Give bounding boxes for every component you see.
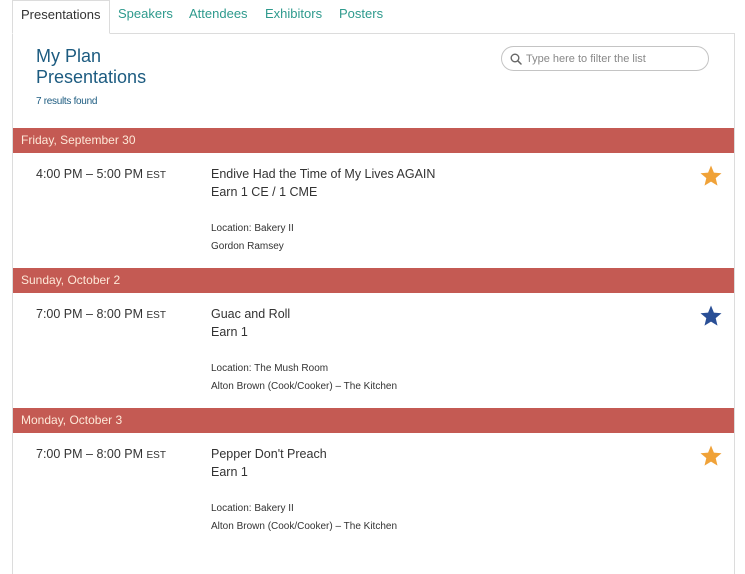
session-credits: Earn 1 [211, 465, 248, 479]
session-presenter: Gordon Ramsey [211, 241, 284, 252]
day-header-1: Friday, September 30 [13, 128, 734, 153]
tab-bar: Presentations Speakers Attendees Exhibit… [0, 0, 745, 34]
session-location: Location: Bakery II [211, 503, 294, 514]
day-header-3: Monday, October 3 [13, 408, 734, 433]
favorite-star-icon[interactable] [699, 444, 723, 468]
session-timezone: EST [146, 450, 166, 461]
session-time: 7:00 PM – 8:00 PM EST [36, 447, 166, 461]
favorite-star-icon[interactable] [699, 164, 723, 188]
session-timezone: EST [146, 170, 166, 181]
session-credits: Earn 1 CE / 1 CME [211, 185, 318, 199]
tab-presentations[interactable]: Presentations [12, 0, 110, 34]
session-credits: Earn 1 [211, 325, 248, 339]
session-title[interactable]: Guac and Roll [211, 307, 290, 321]
session-item-2[interactable]: 7:00 PM – 8:00 PM EST Guac and Roll Earn… [13, 293, 734, 408]
results-count: 7 results found [36, 96, 98, 107]
tab-exhibitors[interactable]: Exhibitors [265, 0, 322, 34]
tab-speakers[interactable]: Speakers [118, 0, 173, 34]
page-title-line2: Presentations [36, 67, 147, 87]
session-timezone: EST [146, 310, 166, 321]
session-item-1[interactable]: 4:00 PM – 5:00 PM EST Endive Had the Tim… [13, 153, 734, 268]
presentations-panel: My Plan Presentations 7 results found Fr… [12, 34, 735, 574]
session-title[interactable]: Pepper Don't Preach [211, 447, 327, 461]
tab-attendees[interactable]: Attendees [189, 0, 248, 34]
day-header-2: Sunday, October 2 [13, 268, 734, 293]
page-title: My Plan Presentations [36, 46, 146, 88]
session-time: 4:00 PM – 5:00 PM EST [36, 167, 166, 181]
favorite-star-icon[interactable] [699, 304, 723, 328]
session-time: 7:00 PM – 8:00 PM EST [36, 307, 166, 321]
session-location: Location: The Mush Room [211, 363, 329, 374]
search-icon [510, 53, 522, 65]
session-title[interactable]: Endive Had the Time of My Lives AGAIN [211, 167, 435, 181]
session-location: Location: Bakery II [211, 223, 294, 234]
search-box[interactable] [501, 46, 709, 71]
tab-posters[interactable]: Posters [339, 0, 383, 34]
session-presenter: Alton Brown (Cook/Cooker) – The Kitchen [211, 381, 398, 392]
page-title-line1: My Plan [36, 46, 102, 66]
session-presenter: Alton Brown (Cook/Cooker) – The Kitchen [211, 521, 398, 532]
search-input[interactable] [526, 49, 702, 68]
session-item-3[interactable]: 7:00 PM – 8:00 PM EST Pepper Don't Preac… [13, 433, 734, 548]
